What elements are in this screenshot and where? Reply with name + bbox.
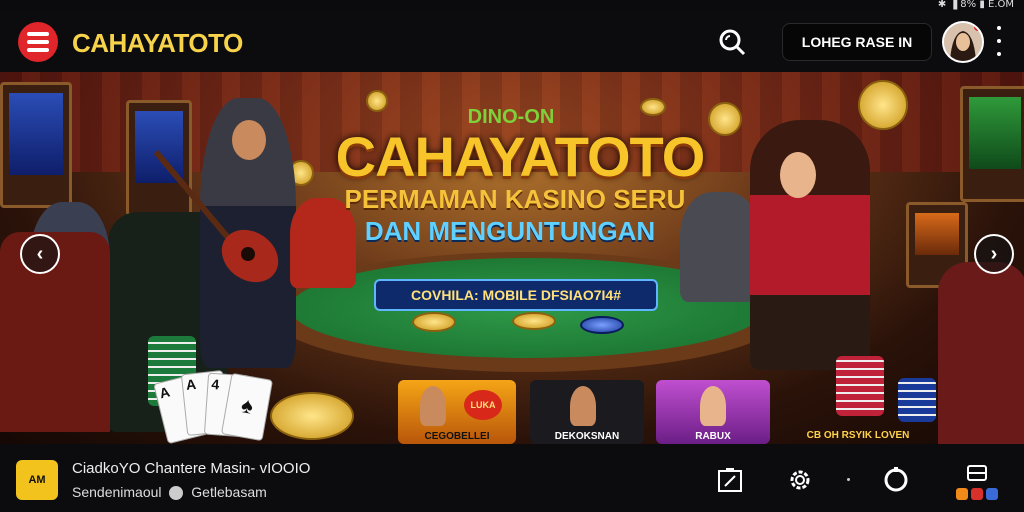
red-chair-right	[938, 262, 1024, 444]
guitar-icon	[153, 150, 279, 283]
app-switcher-icon[interactable]	[956, 464, 1000, 504]
bottom-title: CiadkoYO Chantere Masin- vIOOIO	[72, 460, 311, 477]
brand-title: CAHAYATOTO	[72, 28, 243, 58]
bottom-bar: AM CiadkoYO Chantere Masin- vIOOIO Sende…	[0, 444, 1024, 512]
game-card-4-label[interactable]: CB OH RSYIK LOVEN	[798, 430, 918, 441]
notification-dot	[974, 23, 982, 31]
search-icon[interactable]	[716, 26, 748, 58]
top-bar: CAHAYATOTO LOHEG RASE IN	[0, 10, 1024, 72]
menu-logo-icon[interactable]	[18, 22, 58, 62]
share-icon[interactable]	[716, 466, 744, 494]
hero-subtitle-2: DAN MENGUNTUNGAN	[364, 216, 656, 246]
slot-machine-left	[0, 82, 72, 208]
globe-icon	[169, 486, 184, 501]
game-card-2[interactable]: DEKOKSNAN	[530, 380, 644, 444]
coin	[640, 98, 666, 116]
card-face	[570, 386, 596, 426]
playing-card: ♠	[220, 372, 274, 442]
hero-subtitle-1: PERMAMAN KASINO SERU	[344, 184, 686, 214]
hero-banner[interactable]: A A 4 ♠ DINO-ON CAHAYATOTO PERMAMAN KASI…	[0, 72, 1024, 444]
bottom-subtitle: Sendenimaoul Getlebasam	[72, 484, 267, 501]
bottom-subtitle-b: Getlebasam	[191, 484, 267, 500]
card-label: DEKOKSNAN	[554, 431, 620, 442]
card-face	[420, 386, 446, 426]
card-badge: LUKA	[464, 390, 502, 420]
settings-icon[interactable]	[786, 466, 814, 494]
promo-code-button[interactable]: COVHILA: MOBILE DFSIAO7I4#	[374, 279, 658, 311]
big-coin	[270, 392, 354, 440]
more-vertical-icon[interactable]	[994, 26, 1004, 56]
table-chip	[412, 312, 456, 332]
game-card-1[interactable]: LUKA CEGOBELLEI	[398, 380, 516, 444]
hero-title: CAHAYATOTO	[335, 125, 706, 188]
chip-stack	[898, 378, 936, 422]
card-label: RABUX	[695, 431, 731, 442]
card-label: CEGOBELLEI	[424, 431, 490, 442]
status-bar: ✱ ▐ 8% ▮ E.OM	[937, 0, 1014, 10]
coin	[366, 90, 388, 112]
chip-stack	[836, 356, 884, 416]
login-button[interactable]: LOHEG RASE IN	[782, 23, 932, 61]
table-chip	[512, 312, 556, 330]
woman-face	[780, 152, 816, 198]
circle-icon[interactable]	[882, 466, 910, 494]
coin	[858, 80, 908, 130]
bottom-subtitle-a: Sendenimaoul	[72, 484, 162, 500]
game-card-3[interactable]: RABUX	[656, 380, 770, 444]
app-icon[interactable]: AM	[16, 460, 58, 500]
table-chip	[580, 316, 624, 334]
chevron-left-icon[interactable]: ‹	[20, 234, 60, 274]
chevron-right-icon[interactable]: ›	[974, 234, 1014, 274]
slot-machine-right	[960, 86, 1024, 202]
card-face	[700, 386, 726, 426]
avatar[interactable]	[942, 21, 984, 63]
separator-dot	[847, 478, 850, 481]
